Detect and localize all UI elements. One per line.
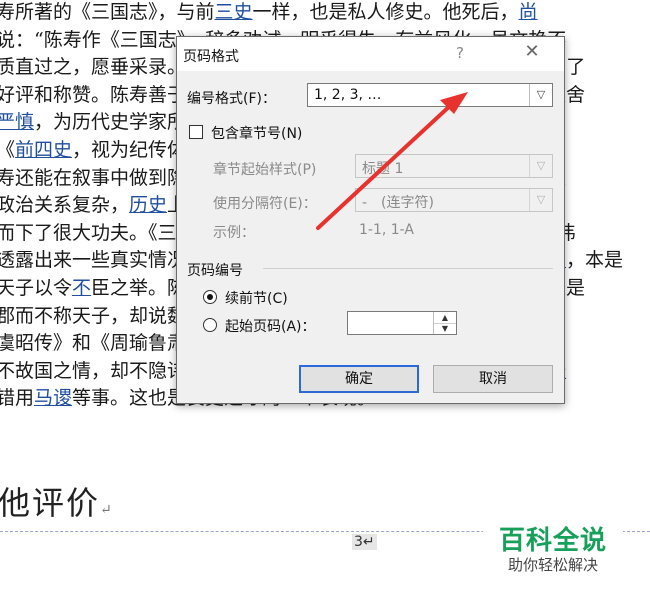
text-run: 错用 <box>0 387 35 410</box>
hyperlink[interactable]: 前四史 <box>15 139 72 161</box>
ok-button[interactable]: 确定 <box>299 365 419 393</box>
number-format-label: 编号格式(F)： <box>187 91 276 107</box>
example-value: 1-1, 1-A <box>359 222 414 238</box>
watermark-tagline: 助你轻松解决 <box>483 554 623 575</box>
hyperlink[interactable]: 尚 <box>519 1 538 23</box>
chapter-style-label: 章节起始样式(P) <box>213 162 317 178</box>
continue-radio[interactable] <box>203 290 217 304</box>
continue-label[interactable]: 续前节(C) <box>225 288 288 308</box>
separator-label: 使用分隔符(E)： <box>213 196 317 212</box>
page-number-format-dialog: 页码格式 ? ✕ 编号格式(F)： 1, 2, 3, … ▽ 包含章节号(N) … <box>176 36 565 404</box>
include-chapter-checkbox[interactable] <box>189 125 203 139</box>
dialog-titlebar: 页码格式 ? ✕ <box>177 37 564 71</box>
start-at-input[interactable]: ▲ ▼ <box>347 311 457 335</box>
hyperlink[interactable]: 历史 <box>129 194 167 216</box>
chevron-down-icon[interactable]: ▽ <box>529 155 552 177</box>
chevron-down-icon[interactable]: ▽ <box>529 189 552 211</box>
separator-value: - (连字符) <box>362 195 434 211</box>
chapter-style-dropdown[interactable]: 标题 1 ▽ <box>355 154 553 178</box>
start-at-label[interactable]: 起始页码(A)： <box>225 316 316 336</box>
help-icon[interactable]: ? <box>447 44 473 64</box>
text-run: 《 <box>0 139 15 161</box>
include-chapter-label[interactable]: 包含章节号(N) <box>211 123 302 143</box>
example-label: 示例： <box>213 225 255 241</box>
cancel-button[interactable]: 取消 <box>433 365 553 393</box>
heading-text: 他评价 <box>0 484 101 522</box>
page-numbering-group-label: 页码编号 <box>187 263 243 279</box>
text-run: 天子以令 <box>0 277 73 299</box>
chapter-style-value: 标题 1 <box>362 161 404 177</box>
page-number: 3↵ <box>352 534 377 550</box>
spin-down-icon[interactable]: ▼ <box>434 323 456 334</box>
text-run: 政治关系复杂， <box>0 194 130 217</box>
paragraph-mark: ↵ <box>100 502 114 518</box>
close-icon[interactable]: ✕ <box>517 41 547 65</box>
separator-dropdown[interactable]: - (连字符) ▽ <box>355 188 553 212</box>
text-run: ，本是 <box>566 249 624 272</box>
number-format-dropdown[interactable]: 1, 2, 3, … ▽ <box>307 83 553 107</box>
text-run: 寿所著的《三国志》，与前 <box>0 1 215 23</box>
hyperlink[interactable]: 三史 <box>215 1 253 23</box>
dialog-title: 页码格式 <box>183 49 239 65</box>
spinner[interactable]: ▲ ▼ <box>433 312 456 334</box>
hyperlink[interactable]: 不 <box>72 277 91 299</box>
chevron-down-icon[interactable]: ▽ <box>529 84 552 106</box>
hyperlink[interactable]: 严慎 <box>0 111 34 133</box>
text-run: 一样，也是私人修史。他死后， <box>252 1 519 23</box>
number-format-value: 1, 2, 3, … <box>314 87 382 103</box>
document-line: 寿所著的《三国志》，与前三史一样，也是私人修史。他死后，尚 <box>0 0 538 26</box>
start-at-radio[interactable] <box>203 318 217 332</box>
hyperlink[interactable]: 马谡 <box>34 387 72 409</box>
group-divider <box>263 268 553 269</box>
section-heading: 他评价↵ <box>0 478 114 524</box>
watermark-logo: 百科全说 <box>483 520 623 557</box>
